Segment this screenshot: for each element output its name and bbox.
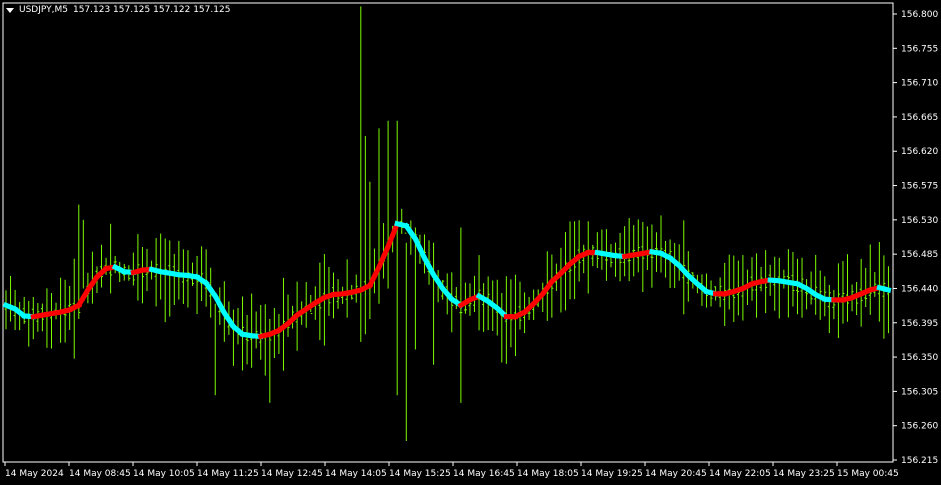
x-tick-label: 14 May 12:45 [261, 469, 323, 479]
x-tick-label: 14 May 18:05 [517, 469, 579, 479]
y-tick-label: 156.395 [901, 319, 938, 329]
x-tick-label: 14 May 22:05 [709, 469, 771, 479]
price-axis: 156.800 156.755 156.710 156.665 156.620 156.5… [893, 10, 938, 466]
x-tick-label: 14 May 2024 [5, 469, 64, 479]
x-tick-label: 14 May 20:45 [645, 469, 707, 479]
y-tick-label: 156.800 [901, 10, 938, 20]
y-tick-label: 156.755 [901, 44, 938, 54]
x-tick-label: 14 May 10:05 [133, 469, 195, 479]
y-tick-label: 156.575 [901, 182, 938, 192]
candles-group [4, 6, 890, 441]
y-tick-label: 156.485 [901, 250, 938, 260]
x-tick-label: 14 May 15:25 [389, 469, 451, 479]
y-tick-label: 156.215 [901, 456, 938, 466]
x-tick-label: 14 May 14:05 [325, 469, 387, 479]
x-tick-label: 14 May 08:45 [69, 469, 131, 479]
x-tick-label: 14 May 23:25 [773, 469, 835, 479]
y-tick-label: 156.350 [901, 353, 938, 363]
x-tick-label: 14 May 11:25 [197, 469, 259, 479]
y-tick-label: 156.440 [901, 284, 938, 294]
price-chart[interactable]: 156.800 156.755 156.710 156.665 156.620 156.5… [0, 0, 941, 485]
time-axis: 14 May 2024 14 May 08:45 14 May 10:05 14 Ma… [4, 462, 899, 479]
y-tick-label: 156.305 [901, 387, 938, 397]
chart-window[interactable]: USDJPY,M5 157.123 157.125 157.122 157.12… [0, 0, 941, 485]
y-tick-label: 156.710 [901, 79, 938, 89]
y-tick-label: 156.620 [901, 147, 938, 157]
y-tick-label: 156.665 [901, 113, 938, 123]
x-tick-label: 14 May 19:25 [581, 469, 643, 479]
trend-segment [880, 285, 892, 294]
y-tick-label: 156.260 [901, 422, 938, 432]
y-tick-label: 156.530 [901, 216, 938, 226]
x-tick-label: 15 May 00:45 [837, 469, 899, 479]
x-tick-label: 14 May 16:45 [453, 469, 515, 479]
plot-frame [2, 2, 894, 463]
